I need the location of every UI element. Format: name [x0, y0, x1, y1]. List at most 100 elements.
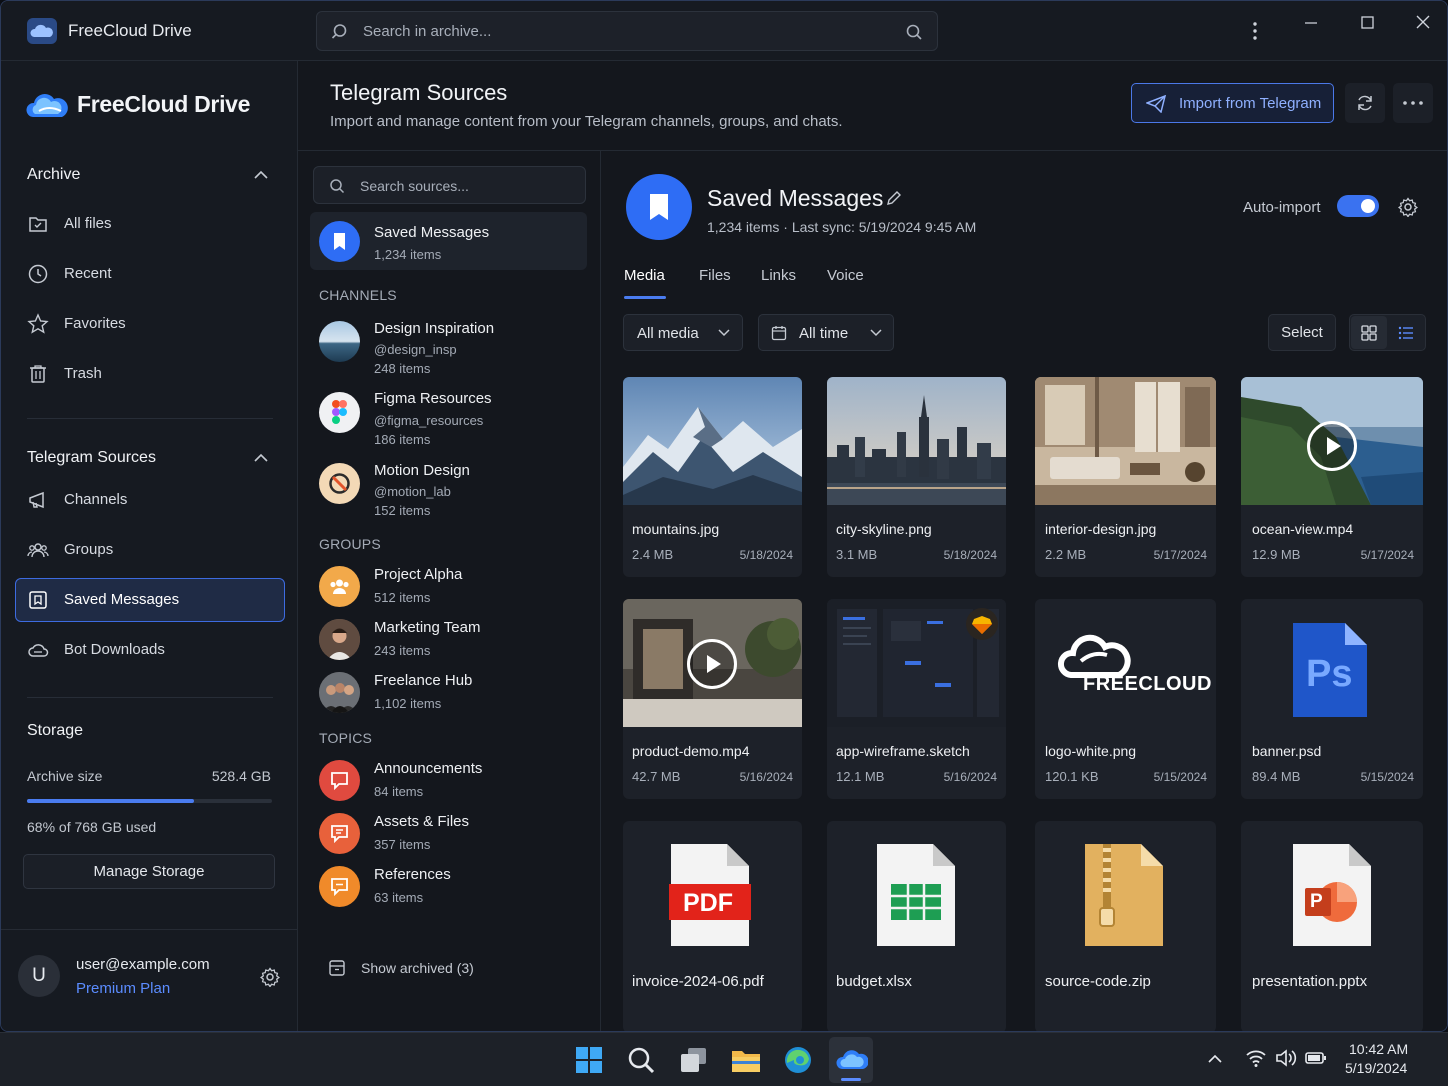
file-card[interactable]: FREECLOUD logo-white.png 120.1 KB 5/15/2…: [1035, 599, 1216, 799]
sidebar-item-saved-messages[interactable]: Saved Messages: [15, 578, 285, 622]
source-item-group[interactable]: Marketing Team 243 items: [310, 614, 587, 664]
pencil-icon[interactable]: [885, 189, 903, 207]
file-card[interactable]: P presentation.pptx: [1241, 821, 1423, 1031]
sidebar-item-bot-downloads[interactable]: Bot Downloads: [15, 628, 285, 672]
time-range-dropdown[interactable]: All time: [758, 314, 894, 351]
freecloud-logo-icon: [26, 94, 68, 117]
edge-browser-icon[interactable]: [781, 1043, 815, 1077]
freecloud-app-icon[interactable]: [834, 1043, 868, 1077]
active-tab-indicator: [624, 296, 666, 299]
windows-start-icon[interactable]: [572, 1043, 606, 1077]
sidebar-item-trash[interactable]: Trash: [15, 352, 285, 396]
source-item-channel[interactable]: Figma Resources @figma_resources 186 ite…: [310, 386, 587, 452]
bookmark-icon: [29, 591, 47, 609]
sidebar-item-label: Channels: [64, 491, 128, 508]
video-thumbnail: [1241, 377, 1423, 505]
chevron-up-icon[interactable]: [253, 169, 269, 181]
file-date: 5/17/2024: [1360, 548, 1414, 562]
sidebar-item-all-files[interactable]: All files: [15, 202, 285, 246]
show-archived-button[interactable]: Show archived (3): [328, 957, 528, 981]
tab-media[interactable]: Media: [624, 267, 665, 284]
avatar[interactable]: U: [18, 955, 60, 997]
tab-files[interactable]: Files: [699, 267, 731, 284]
chevron-up-icon[interactable]: [253, 452, 269, 464]
user-plan-link[interactable]: Premium Plan: [76, 980, 170, 997]
refresh-icon: [1358, 95, 1372, 111]
source-item-channel[interactable]: Motion Design @motion_lab 152 items: [310, 457, 587, 523]
folder-icon: [29, 217, 47, 232]
file-card[interactable]: interior-design.jpg 2.2 MB 5/17/2024: [1035, 377, 1216, 577]
file-card[interactable]: product-demo.mp4 42.7 MB 5/16/2024: [623, 599, 802, 799]
freecloud-white-logo-icon: [1057, 634, 1131, 678]
media-type-dropdown[interactable]: All media: [623, 314, 743, 351]
file-size: 2.2 MB: [1045, 547, 1087, 562]
telegram-send-icon: [1146, 95, 1166, 113]
sidebar-item-channels[interactable]: Channels: [15, 478, 285, 522]
file-date: 5/16/2024: [739, 770, 793, 784]
import-from-telegram-button[interactable]: Import from Telegram: [1131, 83, 1334, 123]
wifi-icon[interactable]: [1245, 1048, 1267, 1068]
view-toggle: [1349, 314, 1426, 351]
file-card[interactable]: ocean-view.mp4 12.9 MB 5/17/2024: [1241, 377, 1423, 577]
play-icon[interactable]: [687, 639, 737, 689]
list-view-icon[interactable]: [1398, 325, 1414, 341]
image-thumbnail: [1035, 377, 1216, 505]
file-card[interactable]: city-skyline.png 3.1 MB 5/18/2024: [827, 377, 1006, 577]
file-card[interactable]: budget.xlsx: [827, 821, 1006, 1031]
more-vertical-icon[interactable]: [1245, 19, 1265, 43]
app-title: FreeCloud Drive: [68, 21, 192, 40]
file-date: 5/17/2024: [1153, 548, 1207, 562]
file-card[interactable]: app-wireframe.sketch 12.1 MB 5/16/2024: [827, 599, 1006, 799]
search-icon[interactable]: [624, 1043, 658, 1077]
file-name: banner.psd: [1252, 743, 1322, 759]
maximize-icon[interactable]: [1355, 13, 1379, 33]
refresh-button[interactable]: [1345, 83, 1385, 123]
file-explorer-icon[interactable]: [729, 1043, 763, 1077]
tab-voice[interactable]: Voice: [827, 267, 864, 284]
source-meta: 1,234 items · Last sync: 5/19/2024 9:45 …: [707, 219, 977, 235]
play-icon[interactable]: [1307, 421, 1357, 471]
source-search-input[interactable]: Search sources...: [313, 166, 586, 204]
tab-links[interactable]: Links: [761, 267, 796, 284]
source-item-channel[interactable]: Design Inspiration @design_insp 248 item…: [310, 315, 587, 381]
source-item-topic[interactable]: Announcements 84 items: [310, 755, 587, 805]
file-name: presentation.pptx: [1252, 973, 1368, 990]
sidebar-item-favorites[interactable]: Favorites: [15, 302, 285, 346]
file-card[interactable]: Ps banner.psd 89.4 MB 5/15/2024: [1241, 599, 1423, 799]
file-card[interactable]: mountains.jpg 2.4 MB 5/18/2024: [623, 377, 802, 577]
search-placeholder[interactable]: Search in archive...: [363, 23, 491, 40]
minimize-icon[interactable]: [1299, 13, 1323, 33]
more-options-button[interactable]: [1393, 83, 1433, 123]
source-item-topic[interactable]: References 63 items: [310, 861, 587, 911]
task-view-icon[interactable]: [676, 1043, 710, 1077]
close-icon[interactable]: [1411, 13, 1435, 33]
select-button[interactable]: Select: [1268, 314, 1336, 351]
source-item-topic[interactable]: Assets & Files 357 items: [310, 808, 587, 858]
clock-date[interactable]: 5/19/2024: [1345, 1060, 1407, 1076]
source-name: Figma Resources: [374, 390, 492, 407]
group-avatar: [319, 672, 360, 713]
battery-icon[interactable]: [1305, 1050, 1327, 1066]
source-handle: @figma_resources: [374, 413, 484, 428]
user-email: user@example.com: [76, 956, 210, 973]
sidebar-item-label: Saved Messages: [64, 591, 180, 608]
archive-search-bar[interactable]: Search in archive...: [316, 11, 938, 51]
file-card[interactable]: PDF invoice-2024-06.pdf: [623, 821, 802, 1031]
manage-storage-button[interactable]: Manage Storage: [23, 854, 275, 889]
source-item-group[interactable]: Freelance Hub 1,102 items: [310, 667, 587, 717]
auto-import-toggle[interactable]: [1337, 195, 1379, 217]
powerpoint-file-icon: [1293, 844, 1371, 946]
chevron-up-icon[interactable]: [1207, 1053, 1223, 1065]
sidebar-item-recent[interactable]: Recent: [15, 252, 285, 296]
zip-file-icon: [1085, 844, 1163, 946]
grid-view-button[interactable]: [1351, 316, 1387, 349]
clock-time[interactable]: 10:42 AM: [1349, 1041, 1408, 1057]
gear-icon[interactable]: [1398, 197, 1418, 217]
file-card[interactable]: source-code.zip: [1035, 821, 1216, 1031]
sidebar-item-groups[interactable]: Groups: [15, 528, 285, 572]
search-icon[interactable]: [905, 23, 923, 41]
volume-icon[interactable]: [1275, 1049, 1297, 1067]
gear-icon[interactable]: [260, 967, 280, 987]
source-item-group[interactable]: Project Alpha 512 items: [310, 561, 587, 611]
source-item-saved-messages[interactable]: Saved Messages 1,234 items: [310, 212, 587, 270]
